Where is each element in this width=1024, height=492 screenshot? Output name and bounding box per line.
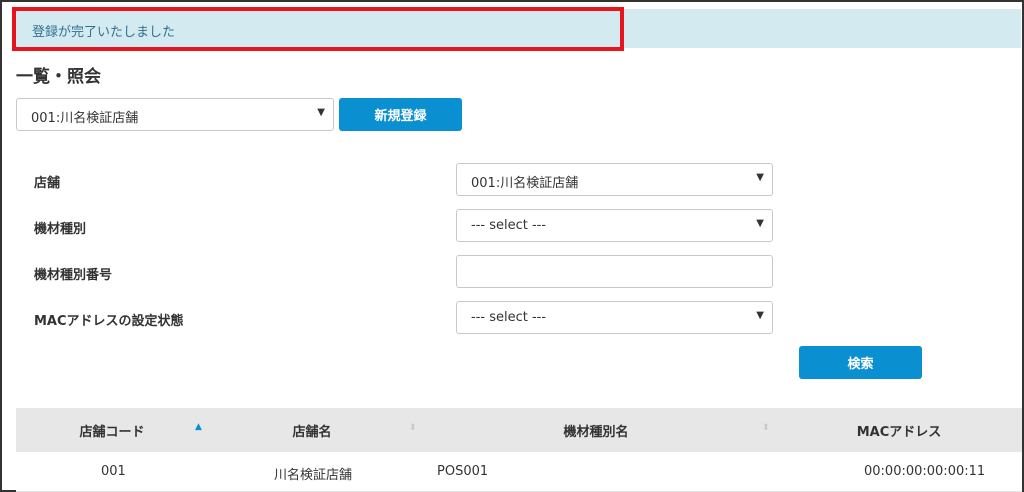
cell-mac-address: 00:00:00:00:00:11 [864, 464, 986, 479]
table-header: 店舗コード ▲ 店舗名 ⬍ 機材種別名 ⬍ MACアドレス [16, 408, 1022, 452]
cell-store-code: 001 [101, 464, 126, 479]
column-header-equipment-name[interactable]: 機材種別名 [416, 408, 776, 452]
mac-status-select-value: --- select --- [471, 310, 547, 325]
equipment-type-label: 機材種別 [34, 222, 87, 237]
store-select-value: 001:川名検証店舗 [471, 176, 579, 191]
chevron-down-icon: ▼ [317, 107, 325, 118]
column-header-mac-address[interactable]: MACアドレス [776, 408, 1022, 452]
alert-highlight-box [12, 7, 624, 51]
search-button[interactable]: 検索 [799, 346, 922, 379]
column-header-label: MACアドレス [856, 424, 942, 440]
table-row[interactable]: 001 川名検証店舗 POS001 00:00:00:00:00:11 [16, 452, 1022, 492]
new-registration-button[interactable]: 新規登録 [339, 98, 462, 131]
column-header-store-name[interactable]: 店舗名 [208, 408, 416, 452]
column-header-label: 店舗名 [292, 424, 332, 440]
column-header-label: 店舗コード [79, 424, 145, 440]
mac-status-select[interactable]: --- select --- ▼ [456, 301, 773, 334]
page-title: 一覧・照会 [16, 67, 101, 87]
sort-ascending-icon[interactable]: ▲ [195, 423, 202, 432]
column-header-label: 機材種別名 [563, 424, 629, 440]
store-selector[interactable]: 001:川名検証店舗 ▼ [16, 98, 334, 131]
cell-equipment-name: POS001 [437, 464, 489, 479]
equipment-number-input[interactable] [456, 255, 773, 288]
equipment-type-select[interactable]: --- select --- ▼ [456, 209, 773, 242]
store-selector-value: 001:川名検証店舗 [31, 111, 139, 126]
chevron-down-icon: ▼ [756, 310, 764, 321]
column-header-store-code[interactable]: 店舗コード [16, 408, 208, 452]
store-select[interactable]: 001:川名検証店舗 ▼ [456, 163, 773, 196]
cell-store-name: 川名検証店舗 [274, 468, 353, 483]
store-label: 店舗 [34, 176, 61, 191]
equipment-number-label: 機材種別番号 [34, 268, 113, 283]
chevron-down-icon: ▼ [756, 172, 764, 183]
mac-status-label: MACアドレスの設定状態 [34, 314, 184, 329]
sort-icon[interactable]: ⬍ [762, 424, 770, 433]
equipment-type-select-value: --- select --- [471, 218, 547, 233]
chevron-down-icon: ▼ [756, 218, 764, 229]
